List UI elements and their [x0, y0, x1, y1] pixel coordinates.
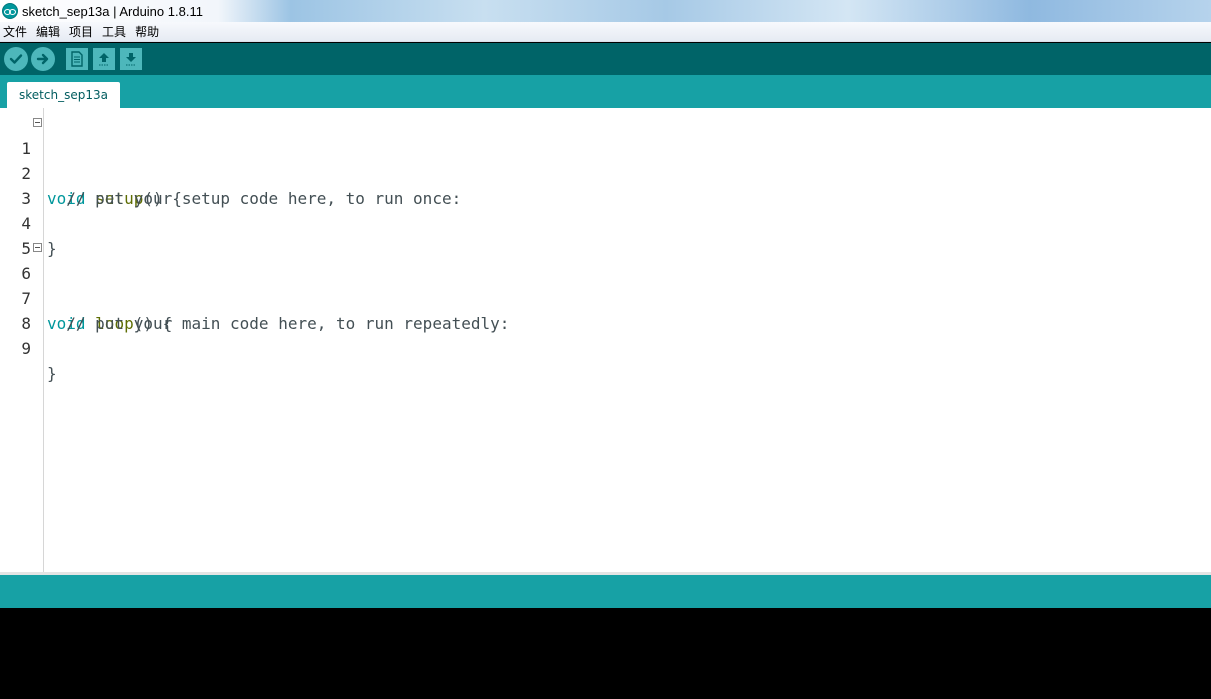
console-output[interactable]: [0, 608, 1211, 699]
tab-bar: sketch_sep13a: [0, 75, 1211, 108]
code-editor[interactable]: 1 void setup() { 2 // put your setup cod…: [0, 108, 1211, 572]
save-button[interactable]: [120, 48, 142, 70]
code-line: 5: [0, 211, 1211, 258]
menu-tools[interactable]: 工具: [102, 23, 126, 40]
line-number: 9: [21, 339, 31, 358]
code-line: 2 // put your setup code here, to run on…: [0, 136, 1211, 208]
arrow-down-icon: [126, 53, 136, 66]
verify-button[interactable]: [4, 47, 28, 71]
menu-sketch[interactable]: 项目: [69, 23, 93, 40]
window-title: sketch_sep13a | Arduino 1.8.11: [22, 3, 203, 19]
code-line: 6 void loop() {: [0, 236, 1211, 333]
arduino-logo-icon: [2, 3, 18, 19]
toolbar: [0, 43, 1211, 75]
checkmark-icon: [9, 54, 23, 64]
status-bar: [0, 575, 1211, 608]
menu-edit[interactable]: 编辑: [36, 23, 60, 40]
code-line: 8: [0, 286, 1211, 333]
code-text: }: [47, 364, 57, 383]
code-line: 4 }: [0, 186, 1211, 258]
new-button[interactable]: [66, 48, 88, 70]
menu-bar: 文件 编辑 项目 工具 帮助: [0, 22, 1211, 42]
code-line: 9 }: [0, 311, 1211, 383]
fold-toggle-icon[interactable]: [33, 243, 42, 252]
new-file-icon: [71, 51, 83, 67]
upload-button[interactable]: [31, 47, 55, 71]
arrow-right-icon: [36, 53, 49, 65]
menu-file[interactable]: 文件: [3, 23, 27, 40]
title-bar: sketch_sep13a | Arduino 1.8.11: [0, 0, 1211, 22]
open-button[interactable]: [93, 48, 115, 70]
fold-toggle-icon[interactable]: [33, 118, 42, 127]
code-line: 1 void setup() {: [0, 111, 1211, 208]
tab-sketch[interactable]: sketch_sep13a: [7, 82, 120, 108]
code-line: 7 // put your main code here, to run rep…: [0, 261, 1211, 333]
menu-help[interactable]: 帮助: [135, 23, 159, 40]
arrow-up-icon: [99, 53, 109, 66]
code-line: 3: [0, 161, 1211, 208]
